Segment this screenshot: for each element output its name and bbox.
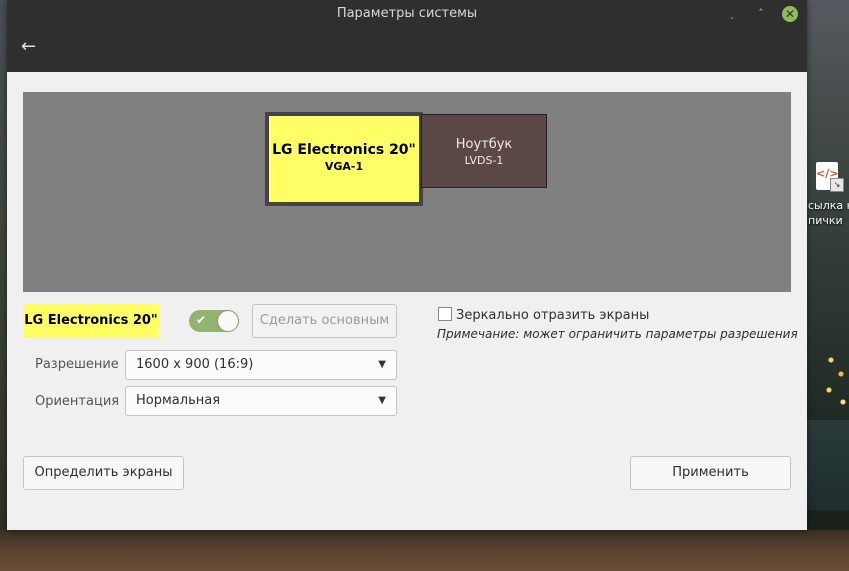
close-icon[interactable]: ✕ bbox=[782, 6, 798, 22]
title-bar: Параметры системы ˯ ˄ ✕ ← bbox=[7, 0, 807, 72]
dropdown-arrow-icon: ▼ bbox=[378, 359, 386, 370]
monitor-connector: LVDS-1 bbox=[464, 154, 504, 167]
mirror-note: Примечание: может ограничить параметры р… bbox=[437, 327, 798, 341]
monitor-name: Ноутбук bbox=[455, 137, 513, 152]
resolution-dropdown[interactable]: 1600 x 900 (16:9) ▼ bbox=[125, 350, 397, 380]
desktop-background-bottom bbox=[0, 530, 849, 571]
orientation-dropdown[interactable]: Нормальная ▼ bbox=[125, 386, 397, 416]
make-primary-button[interactable]: Сделать основным bbox=[252, 304, 397, 338]
monitor-enable-toggle[interactable]: ✔ bbox=[189, 310, 239, 332]
minimize-icon[interactable]: ˯ bbox=[724, 6, 740, 22]
checkbox-icon[interactable] bbox=[438, 307, 452, 321]
desktop-background-right bbox=[807, 0, 849, 571]
city-lights bbox=[823, 350, 849, 420]
selected-monitor-label: LG Electronics 20" bbox=[23, 304, 159, 338]
mirror-displays-checkbox[interactable]: Зеркально отразить экраны bbox=[438, 307, 649, 323]
resolution-label: Разрешение bbox=[35, 357, 119, 372]
desktop-shortcut-icon[interactable]: </> ↘ сылка н пички bbox=[808, 160, 849, 240]
resolution-value: 1600 x 900 (16:9) bbox=[136, 357, 254, 372]
check-icon: ✔ bbox=[196, 313, 207, 327]
orientation-value: Нормальная bbox=[136, 393, 221, 408]
back-arrow-icon[interactable]: ← bbox=[21, 37, 41, 57]
dropdown-arrow-icon: ▼ bbox=[378, 395, 386, 406]
maximize-icon[interactable]: ˄ bbox=[753, 6, 769, 22]
lake bbox=[807, 420, 849, 510]
apply-button[interactable]: Применить bbox=[630, 456, 791, 490]
link-badge-icon: ↘ bbox=[830, 178, 844, 192]
monitor-lg-electronics[interactable]: LG Electronics 20" VGA-1 bbox=[265, 112, 423, 206]
desktop-icon-label: сылка н пички bbox=[808, 199, 849, 227]
toggle-knob bbox=[218, 311, 238, 331]
monitor-laptop[interactable]: Ноутбук LVDS-1 bbox=[421, 114, 547, 188]
orientation-label: Ориентация bbox=[35, 394, 120, 409]
settings-window: Параметры системы ˯ ˄ ✕ ← LG Electronics… bbox=[7, 0, 807, 530]
detect-displays-button[interactable]: Определить экраны bbox=[23, 456, 184, 490]
window-title: Параметры системы bbox=[336, 6, 478, 21]
mirror-label: Зеркально отразить экраны bbox=[456, 308, 650, 323]
monitor-name: LG Electronics 20" bbox=[272, 142, 416, 158]
monitor-connector: VGA-1 bbox=[324, 160, 364, 173]
display-arrangement-area: LG Electronics 20" VGA-1 Ноутбук LVDS-1 bbox=[23, 92, 791, 292]
